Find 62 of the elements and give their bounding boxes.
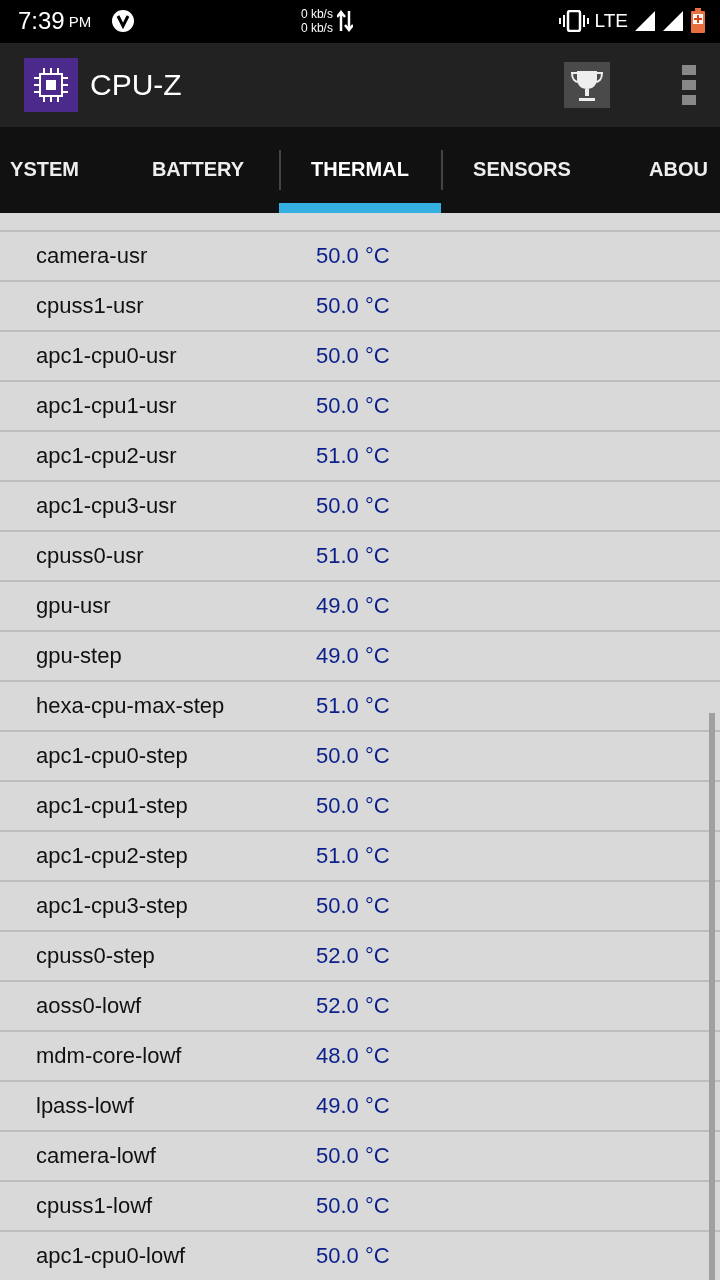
sensor-name: hexa-cpu-max-step (35, 693, 226, 719)
overflow-menu-icon[interactable] (682, 64, 696, 105)
sensor-name: mdm-core-lowf (35, 1043, 183, 1069)
sensor-name: apc1-cpu2-step (35, 843, 189, 869)
sensor-name: cpuss1-usr (35, 293, 145, 319)
sensor-name: gpu-step (35, 643, 123, 669)
sensor-name: cpuss0-usr (35, 543, 145, 569)
sensor-name: apc1-cpu1-usr (35, 393, 178, 419)
sensor-name: apc1-cpu0-lowf (35, 1243, 187, 1269)
sensor-name: camera-lowf (35, 1143, 157, 1169)
tab[interactable]: ABOU (603, 126, 720, 213)
sensor-temperature: 52.0 °C (316, 993, 390, 1019)
sensor-name: apc1-cpu3-step (35, 893, 189, 919)
sensor-temperature: 51.0 °C (316, 443, 390, 469)
sensor-name: cpuss0-step (35, 943, 156, 969)
sensor-temperature: 50.0 °C (316, 1143, 390, 1169)
sensor-name: apc1-cpu1-step (35, 793, 189, 819)
sensor-name: aoss0-lowf (35, 993, 143, 1019)
sensor-name: gpu-usr (35, 593, 112, 619)
sensor-name: cpuss1-lowf (35, 1193, 154, 1219)
tab[interactable]: THERMAL (279, 126, 441, 213)
sensor-temperature: 49.0 °C (316, 643, 390, 669)
app-title: CPU-Z (90, 67, 182, 102)
sensor-temperature: 50.0 °C (316, 743, 390, 769)
clock-time: 7:39 (18, 7, 65, 36)
signal-icon (634, 10, 656, 33)
sensor-temperature: 50.0 °C (316, 393, 390, 419)
trophy-icon[interactable] (564, 61, 610, 108)
chip-logo-icon (24, 57, 78, 112)
sensor-temperature: 49.0 °C (316, 593, 390, 619)
network-type: LTE (594, 10, 628, 33)
sensor-temperature: 50.0 °C (316, 1193, 390, 1219)
signal-icon (662, 10, 684, 33)
am-pm: PM (68, 12, 92, 30)
sensor-temperature: 48.0 °C (316, 1043, 390, 1069)
sensor-name: apc1-cpu2-usr (35, 443, 178, 469)
sensor-name: camera-usr (35, 243, 149, 269)
sensor-temperature: 50.0 °C (316, 493, 390, 519)
sensor-name: lpass-lowf (35, 1093, 135, 1119)
data-arrows-icon (336, 9, 353, 34)
download-speed: 0 kb/s (300, 21, 333, 36)
upload-speed: 0 kb/s (300, 7, 333, 22)
tab[interactable]: SENSORS (441, 126, 603, 213)
sensor-temperature: 50.0 °C (316, 793, 390, 819)
sensor-temperature: 51.0 °C (316, 843, 390, 869)
sensor-temperature: 50.0 °C (316, 293, 390, 319)
sensor-temperature: 49.0 °C (316, 1093, 390, 1119)
sensor-temperature: 51.0 °C (316, 543, 390, 569)
sensor-temperature: 50.0 °C (316, 1243, 390, 1269)
sensor-temperature: 52.0 °C (316, 943, 390, 969)
sensor-temperature: 51.0 °C (316, 693, 390, 719)
v-circle-icon (111, 9, 136, 34)
sensor-name: apc1-cpu0-step (35, 743, 189, 769)
sensor-temperature: 50.0 °C (316, 243, 390, 269)
sensor-temperature: 50.0 °C (316, 893, 390, 919)
sensor-name: apc1-cpu0-usr (35, 343, 178, 369)
sensor-temperature: 50.0 °C (316, 343, 390, 369)
tab[interactable]: YSTEM (0, 126, 117, 213)
sensor-name: apc1-cpu3-usr (35, 493, 178, 519)
vibrate-icon (558, 10, 589, 33)
battery-icon (690, 8, 706, 35)
tab[interactable]: BATTERY (117, 126, 279, 213)
